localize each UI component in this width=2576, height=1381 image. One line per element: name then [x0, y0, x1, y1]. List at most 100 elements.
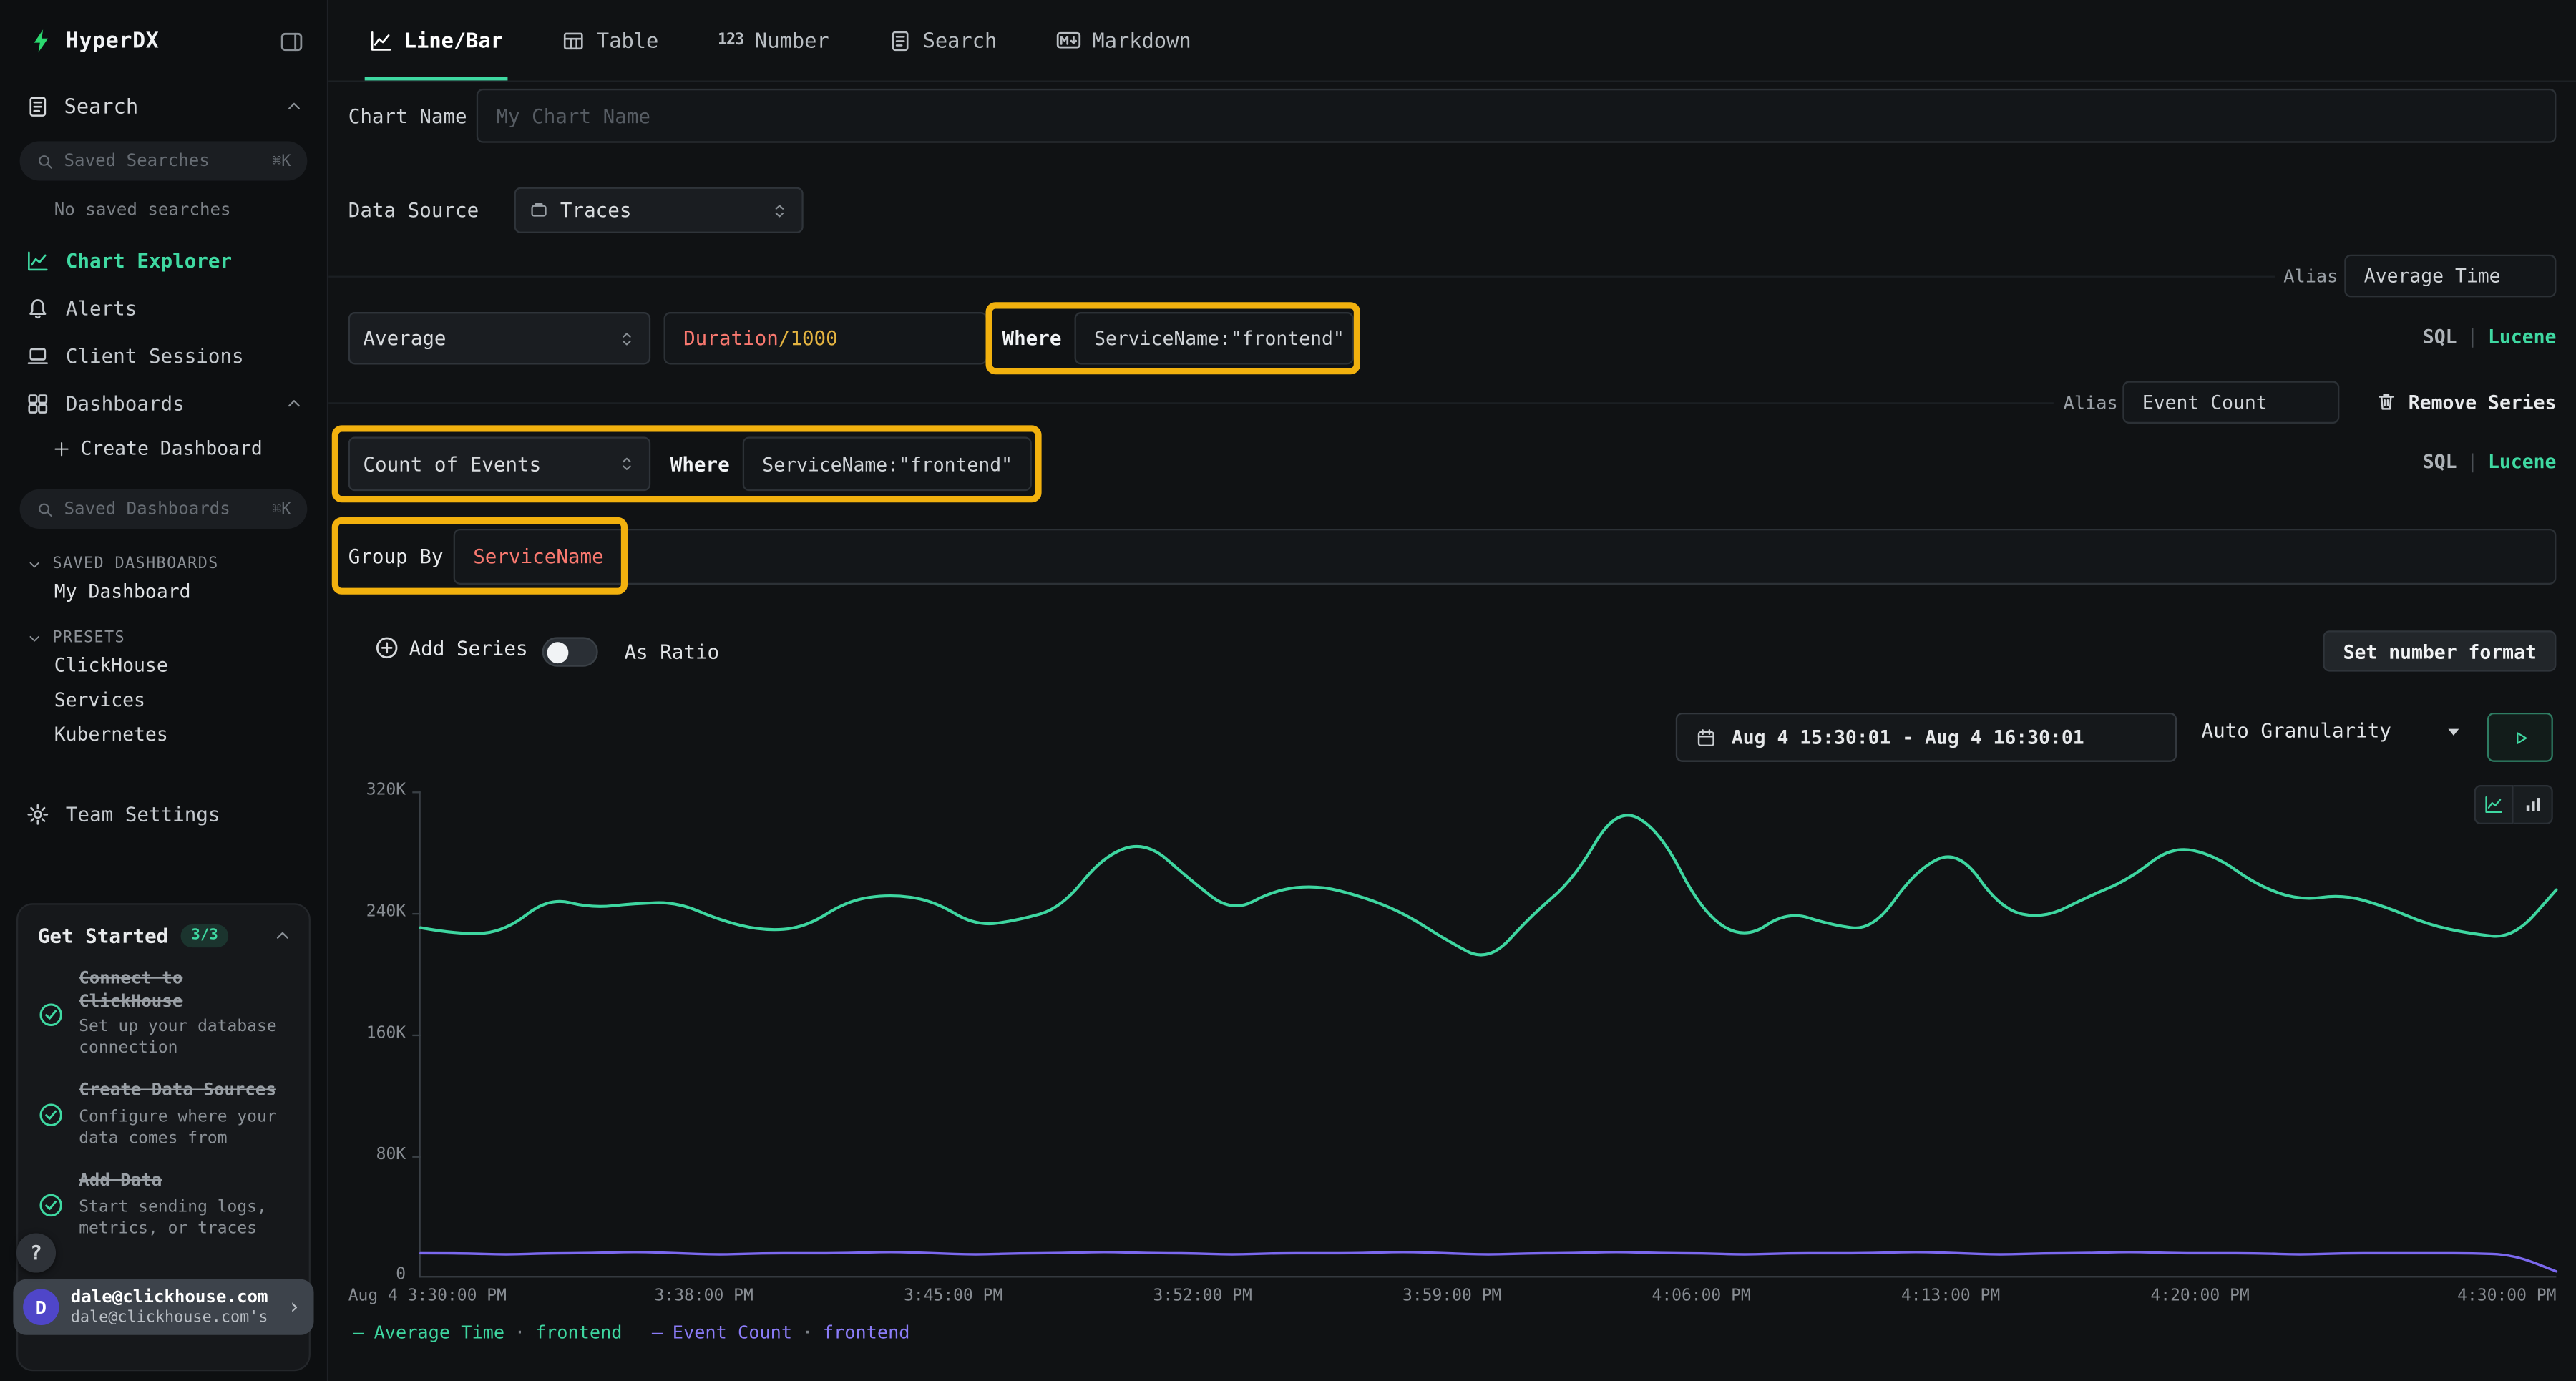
create-dashboard-button[interactable]: Create Dashboard [0, 427, 327, 470]
sidebar-item-label: Chart Explorer [66, 249, 232, 272]
search-section-label: Search [64, 94, 139, 118]
run-query-button[interactable] [2487, 713, 2553, 762]
legend-group-name: frontend [823, 1322, 910, 1343]
get-started-item-desc: Set up your database connection [79, 1017, 292, 1060]
add-series-button[interactable]: Add Series [374, 635, 527, 660]
dashboard-link-my-dashboard[interactable]: My Dashboard [0, 573, 327, 609]
alias-input-series2[interactable] [2122, 381, 2339, 424]
sidebar-item-alerts[interactable]: Alerts [0, 284, 327, 332]
set-number-format-button[interactable]: Set number format [2323, 630, 2556, 671]
lucene-toggle[interactable]: Lucene [2488, 450, 2556, 473]
chevron-up-icon[interactable] [284, 394, 304, 414]
tab-line-bar[interactable]: Line/Bar [370, 0, 503, 80]
field-expression-input-series1[interactable]: Duration/1000 [664, 312, 987, 364]
x-axis-label: 3:52:00 PM [1153, 1287, 1252, 1305]
chevron-up-icon[interactable] [284, 96, 304, 116]
x-axis-label: 4:30:00 PM [2457, 1287, 2556, 1305]
saved-searches-shortcut: ⌘K [272, 152, 291, 170]
lucene-toggle[interactable]: Lucene [2488, 325, 2556, 348]
legend-series-name: Average Time [374, 1322, 504, 1343]
preset-link-clickhouse[interactable]: ClickHouse [0, 647, 327, 681]
user-email: dale@clickhouse.com [71, 1287, 268, 1308]
search-icon [36, 152, 54, 170]
chart-series-svg [421, 791, 2557, 1276]
section-divider [328, 276, 2275, 278]
where-input-series1[interactable]: ServiceName:"frontend" [1075, 312, 1354, 364]
tab-markdown[interactable]: Markdown [1056, 0, 1191, 80]
sidebar-item-label: Dashboards [66, 391, 185, 414]
saved-dashboards-input[interactable]: Saved Dashboards ⌘K [20, 489, 308, 529]
chart-display-toggles [2474, 785, 2553, 824]
saved-searches-input[interactable]: Saved Searches ⌘K [20, 141, 308, 180]
select-arrows-icon [618, 455, 635, 473]
group-by-input[interactable]: ServiceName [454, 529, 2557, 585]
saved-searches-placeholder: Saved Searches [64, 151, 210, 171]
query-language-switch-series2: SQL | Lucene [2423, 450, 2557, 473]
search-results-icon [888, 29, 911, 52]
x-axis-label: Aug 4 3:30:00 PM [348, 1287, 507, 1305]
x-axis-label: 4:06:00 PM [1652, 1287, 1750, 1305]
legend-dash: — [652, 1322, 663, 1343]
alias-label: Alias [2283, 266, 2338, 288]
chart-plot-area[interactable] [419, 791, 2556, 1277]
get-started-item-title: Add Data [79, 1171, 292, 1193]
y-axis-label: 80K [307, 1146, 406, 1164]
date-range-value: Aug 4 15:30:01 - Aug 4 16:30:01 [1732, 726, 2084, 748]
dashboards-grid-icon [26, 391, 49, 414]
sidebar-item-label: Client Sessions [66, 344, 244, 367]
line-view-button[interactable] [2474, 785, 2514, 824]
chevron-up-icon[interactable] [273, 926, 293, 946]
chart-name-input[interactable] [477, 89, 2557, 143]
trash-icon[interactable] [2376, 391, 2397, 412]
alias-input-series1[interactable] [2344, 255, 2556, 298]
plus-circle-icon [374, 635, 399, 660]
calendar-icon [1695, 726, 1717, 748]
chart-name-label: Chart Name [348, 105, 467, 128]
get-started-item: Create Data Sources Configure where your… [38, 1081, 293, 1150]
granularity-value: Auto Granularity [2202, 719, 2391, 742]
granularity-select[interactable]: Auto Granularity [2202, 719, 2464, 742]
legend-series-name: Event Count [673, 1322, 792, 1343]
aggregation-select-series1[interactable]: Average [348, 312, 650, 364]
chart-legend: — Average Time · frontend — Event Count … [353, 1322, 910, 1343]
bar-view-button[interactable] [2514, 785, 2553, 824]
group-by-label: Group By [348, 545, 444, 568]
sidebar-item-team-settings[interactable]: Team Settings [0, 790, 327, 838]
sidebar-item-client-sessions[interactable]: Client Sessions [0, 332, 327, 380]
help-button[interactable]: ? [16, 1233, 56, 1272]
date-range-picker[interactable]: Aug 4 15:30:01 - Aug 4 16:30:01 [1676, 713, 2177, 762]
tab-search[interactable]: Search [888, 0, 997, 80]
tab-table[interactable]: Table [562, 0, 659, 80]
sidebar-item-dashboards[interactable]: Dashboards [0, 379, 327, 427]
where-input-series2[interactable]: ServiceName:"frontend" [743, 436, 1032, 491]
preset-link-kubernetes[interactable]: Kubernetes [0, 716, 327, 751]
query-language-switch-series1: SQL | Lucene [2423, 325, 2557, 348]
user-menu[interactable]: D dale@clickhouse.com dale@clickhouse.co… [13, 1279, 313, 1335]
check-circle-icon [38, 1001, 64, 1028]
sql-toggle[interactable]: SQL [2423, 450, 2457, 473]
sql-toggle[interactable]: SQL [2423, 325, 2457, 348]
panel-icon [279, 29, 303, 53]
data-source-select[interactable]: Traces [514, 187, 804, 233]
tab-number[interactable]: 123 Number [718, 0, 829, 80]
sidebar-item-chart-explorer[interactable]: Chart Explorer [0, 236, 327, 284]
legend-item-event-count[interactable]: — Event Count · frontend [652, 1322, 910, 1343]
get-started-header[interactable]: Get Started 3/3 [38, 924, 293, 947]
avatar: D [23, 1289, 59, 1324]
aggregation-value: Average [363, 327, 446, 350]
remove-series-button[interactable]: Remove Series [2409, 391, 2557, 414]
collapse-sidebar-button[interactable] [279, 29, 303, 53]
saved-dashboards-shortcut: ⌘K [272, 500, 291, 518]
expr-field-token: Duration [683, 327, 779, 350]
legend-item-average-time[interactable]: — Average Time · frontend [353, 1322, 623, 1343]
search-section-header[interactable]: Search [0, 77, 327, 125]
select-arrows-icon [771, 201, 789, 219]
get-started-item-desc: Configure where your data comes from [79, 1107, 292, 1150]
aggregation-select-series2[interactable]: Count of Events [348, 436, 650, 491]
caret-down-icon [2443, 720, 2464, 741]
saved-dashboards-header[interactable]: SAVED DASHBOARDS [0, 555, 327, 573]
logo-row: HyperDX [0, 0, 327, 77]
as-ratio-toggle[interactable] [542, 637, 598, 666]
preset-link-services[interactable]: Services [0, 681, 327, 716]
presets-header[interactable]: PRESETS [0, 629, 327, 647]
